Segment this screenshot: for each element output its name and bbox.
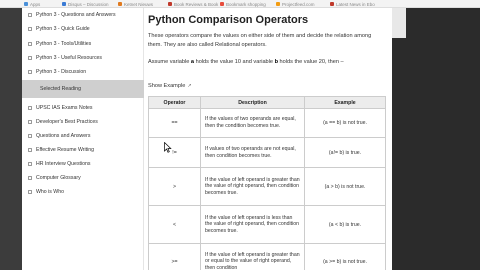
sidebar-item-label: Python 3 - Useful Resources bbox=[36, 55, 103, 61]
checkbox-icon bbox=[28, 106, 32, 110]
section-heading: Selected Reading bbox=[40, 86, 81, 92]
sidebar-item-label: Who is Who bbox=[36, 189, 64, 195]
sidebar-item[interactable]: Who is Who bbox=[22, 186, 144, 198]
sidebar-item-label: Python 3 - Questions and Answers bbox=[36, 12, 116, 18]
example-cell: (a!= b) is true. bbox=[304, 137, 386, 168]
bookmark-favicon-icon bbox=[220, 2, 224, 6]
sidebar: Python 3 - Questions and Answers Python … bbox=[22, 8, 144, 270]
bookmark-item[interactable]: Disqus – Discussion bbox=[62, 0, 109, 7]
sidebar-item[interactable]: Python 3 - Questions and Answers bbox=[22, 9, 144, 21]
sidebar-item-label: Python 3 - Quick Guide bbox=[36, 26, 90, 32]
sidebar-item-label: Computer Glossary bbox=[36, 175, 81, 181]
example-cell: (a > b) is not true. bbox=[304, 167, 386, 206]
page-title: Python Comparison Operators bbox=[148, 14, 309, 26]
checkbox-icon bbox=[28, 27, 32, 31]
operator-cell: == bbox=[148, 108, 201, 138]
sidebar-item[interactable]: Questions and Answers bbox=[22, 130, 144, 142]
checkbox-icon bbox=[28, 176, 32, 180]
external-link-icon: ↗ bbox=[187, 83, 192, 89]
bookmark-favicon-icon bbox=[330, 2, 334, 6]
bookmark-label: Disqus – Discussion bbox=[68, 1, 109, 7]
sidebar-item-label: HR Interview Questions bbox=[36, 161, 91, 167]
window-right-edge bbox=[392, 8, 480, 270]
sidebar-item-label: Developer's Best Practices bbox=[36, 119, 98, 125]
sidebar-item[interactable]: Effective Resume Writing bbox=[22, 144, 144, 156]
example-cell: (a < b) is true. bbox=[304, 205, 386, 244]
bookmark-label: Latest News in Ebo bbox=[336, 1, 375, 7]
sidebar-item-label: Questions and Answers bbox=[36, 133, 91, 139]
operator-cell: < bbox=[148, 205, 201, 244]
assumption-text: holds the value 10 and variable bbox=[194, 59, 275, 65]
bookmark-label: Ketnet Nieuws bbox=[124, 1, 154, 7]
checkbox-icon bbox=[28, 162, 32, 166]
sidebar-item[interactable]: Python 3 - Tools/Utilities bbox=[22, 38, 144, 50]
sidebar-item[interactable]: HR Interview Questions bbox=[22, 158, 144, 170]
assumption-text: holds the value 20, then – bbox=[278, 59, 344, 65]
bookmark-label: Bookmark shopping bbox=[226, 1, 266, 7]
show-example-link[interactable]: Show Example ↗ bbox=[148, 83, 192, 89]
column-header: Example bbox=[304, 96, 386, 109]
sidebar-item[interactable]: Python 3 - Discussion bbox=[22, 66, 144, 78]
operator-cell: > bbox=[148, 167, 201, 206]
bookmark-item[interactable]: Book Reviews & Book bbox=[168, 0, 219, 7]
checkbox-icon bbox=[28, 148, 32, 152]
checkbox-icon bbox=[28, 190, 32, 194]
main-content: Python Comparison Operators These operat… bbox=[144, 8, 392, 270]
sidebar-item[interactable]: Computer Glossary bbox=[22, 172, 144, 184]
bookmark-item[interactable]: Bookmark shopping bbox=[220, 0, 266, 7]
table-row: >= If the value of left operand is great… bbox=[148, 243, 386, 270]
sidebar-item-label: UPSC IAS Exams Notes bbox=[36, 105, 93, 111]
checkbox-icon bbox=[28, 134, 32, 138]
sidebar-item[interactable]: UPSC IAS Exams Notes bbox=[22, 102, 144, 114]
window-left-edge bbox=[0, 8, 22, 270]
sidebar-section-selected-reading: Selected Reading bbox=[22, 80, 144, 98]
sidebar-item[interactable]: Python 3 - Quick Guide bbox=[22, 23, 144, 35]
checkbox-icon bbox=[28, 13, 32, 17]
sidebar-item[interactable]: Developer's Best Practices bbox=[22, 116, 144, 128]
table-row: == If the values of two operands are equ… bbox=[148, 108, 386, 138]
column-header: Operator bbox=[148, 96, 201, 109]
operator-cell: != bbox=[148, 137, 201, 168]
sidebar-item[interactable]: Python 3 - Useful Resources bbox=[22, 52, 144, 64]
assumption-text: Assume variable bbox=[148, 59, 191, 65]
bookmark-label: Book Reviews & Book bbox=[174, 1, 219, 7]
table-row: < If the value of left operand is less t… bbox=[148, 205, 386, 244]
bookmark-favicon-icon bbox=[62, 2, 66, 6]
operators-table: Operator Description Example == If the v… bbox=[148, 96, 386, 270]
bookmark-item[interactable]: Apps bbox=[24, 0, 41, 7]
description-cell: If the values of two operands are equal,… bbox=[200, 108, 305, 138]
checkbox-icon bbox=[28, 42, 32, 46]
description-cell: If the value of left operand is greater … bbox=[200, 243, 305, 270]
bookmark-favicon-icon bbox=[118, 2, 122, 6]
sidebar-item-label: Effective Resume Writing bbox=[36, 147, 95, 153]
table-row: != If values of two operands are not equ… bbox=[148, 137, 386, 168]
bookmark-item[interactable]: Projectfeed.com bbox=[276, 0, 315, 7]
column-header: Description bbox=[200, 96, 305, 109]
checkbox-icon bbox=[28, 56, 32, 60]
description-cell: If the value of left operand is greater … bbox=[200, 167, 305, 206]
example-cell: (a == b) is not true. bbox=[304, 108, 386, 138]
checkbox-icon bbox=[28, 70, 32, 74]
intro-paragraph: These operators compare the values on ei… bbox=[148, 33, 372, 48]
bookmark-label: Apps bbox=[30, 1, 41, 7]
sidebar-item-label: Python 3 - Tools/Utilities bbox=[36, 41, 92, 47]
description-cell: If the value of left operand is less tha… bbox=[200, 205, 305, 244]
bookmarks-bar: Apps Disqus – Discussion Ketnet Nieuws Book… bbox=[0, 0, 480, 8]
assumption-paragraph: Assume variable a holds the value 10 and… bbox=[148, 58, 386, 67]
bookmark-item[interactable]: Latest News in Ebo bbox=[330, 0, 375, 7]
bookmark-item[interactable]: Ketnet Nieuws bbox=[118, 0, 154, 7]
operator-cell: >= bbox=[148, 243, 201, 270]
table-row: > If the value of left operand is greate… bbox=[148, 167, 386, 206]
table-header-row: Operator Description Example bbox=[148, 96, 386, 109]
show-example-label: Show Example bbox=[148, 83, 186, 89]
bookmark-favicon-icon bbox=[276, 2, 280, 6]
checkbox-icon bbox=[28, 120, 32, 124]
bookmark-favicon-icon bbox=[168, 2, 172, 6]
description-cell: If values of two operands are not equal,… bbox=[200, 137, 305, 168]
example-cell: (a >= b) is not true. bbox=[304, 243, 386, 270]
bookmark-label: Projectfeed.com bbox=[282, 1, 315, 7]
ad-panel-fragment bbox=[392, 8, 406, 38]
bookmark-favicon-icon bbox=[24, 2, 28, 6]
sidebar-item-label: Python 3 - Discussion bbox=[36, 69, 87, 75]
